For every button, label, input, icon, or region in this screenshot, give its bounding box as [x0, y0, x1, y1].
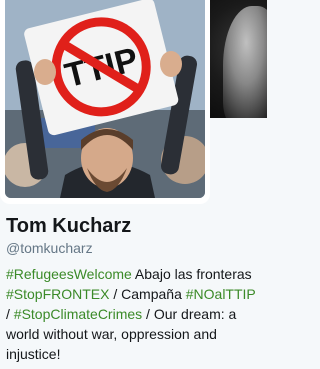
profile-bio: #RefugeesWelcome Abajo las fronteras #St… — [6, 264, 261, 364]
profile-name[interactable]: Tom Kucharz — [6, 215, 131, 238]
profile-handle[interactable]: @tomkucharz — [6, 240, 93, 256]
bio-hashtag-link[interactable]: #StopClimateCrimes — [14, 306, 142, 322]
avatar-hand-right — [160, 51, 182, 77]
avatar-hand-left — [34, 59, 56, 85]
avatar-photo: TTIP — [5, 0, 205, 198]
profile-card: Tom Kucharz @tomkucharz #RefugeesWelcome… — [0, 204, 267, 369]
header-photo-figure — [223, 6, 267, 118]
bio-hashtag-link[interactable]: #StopFRONTEX — [6, 286, 109, 302]
header-photo[interactable] — [210, 0, 267, 118]
bio-text: / — [6, 306, 14, 322]
avatar-frame: TTIP — [0, 0, 210, 204]
bio-hashtag-link[interactable]: #NOalTTIP — [186, 286, 256, 302]
avatar[interactable]: TTIP — [5, 0, 205, 198]
bio-text: / Campaña — [109, 286, 186, 302]
profile-header: TTIP — [0, 0, 267, 204]
bio-hashtag-link[interactable]: #RefugeesWelcome — [6, 266, 132, 282]
bio-text: Abajo las fronteras — [131, 266, 252, 282]
